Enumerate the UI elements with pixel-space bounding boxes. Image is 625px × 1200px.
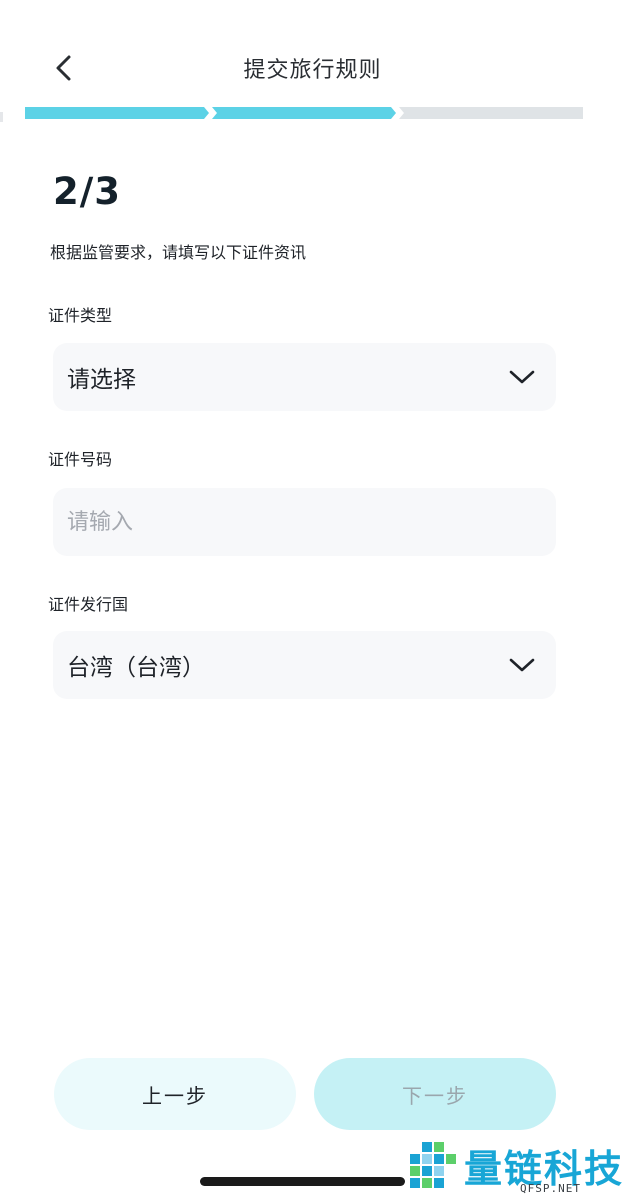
progress-segment-1 <box>25 107 209 119</box>
chevron-down-icon <box>509 658 535 672</box>
step-progress-bar <box>25 107 583 119</box>
id-type-value: 请选择 <box>67 367 136 393</box>
watermark-subtext: QFSP.NET <box>520 1182 581 1195</box>
id-number-field-container <box>53 488 556 556</box>
id-number-label: 证件号码 <box>48 450 113 469</box>
left-edge-mark <box>0 112 3 122</box>
previous-step-button[interactable]: 上一步 <box>54 1058 296 1130</box>
watermark-logo: 量链科技 QFSP.NET <box>402 1136 625 1200</box>
watermark-icon <box>410 1142 456 1188</box>
issuing-country-select[interactable]: 台湾（台湾） <box>53 631 556 699</box>
progress-segment-2 <box>212 107 396 119</box>
home-indicator <box>200 1177 405 1186</box>
id-number-input[interactable] <box>67 509 542 535</box>
chevron-down-icon <box>509 370 535 384</box>
issuing-country-value: 台湾（台湾） <box>67 655 205 681</box>
progress-segment-3 <box>399 107 583 119</box>
page-title: 提交旅行规则 <box>243 58 382 83</box>
id-type-select[interactable]: 请选择 <box>53 343 556 411</box>
issuing-country-label: 证件发行国 <box>48 595 129 614</box>
next-step-button[interactable]: 下一步 <box>314 1058 556 1130</box>
id-type-label: 证件类型 <box>48 306 113 325</box>
step-indicator: 2/3 <box>53 170 122 213</box>
instruction-text: 根据监管要求，请填写以下证件资讯 <box>50 243 307 262</box>
